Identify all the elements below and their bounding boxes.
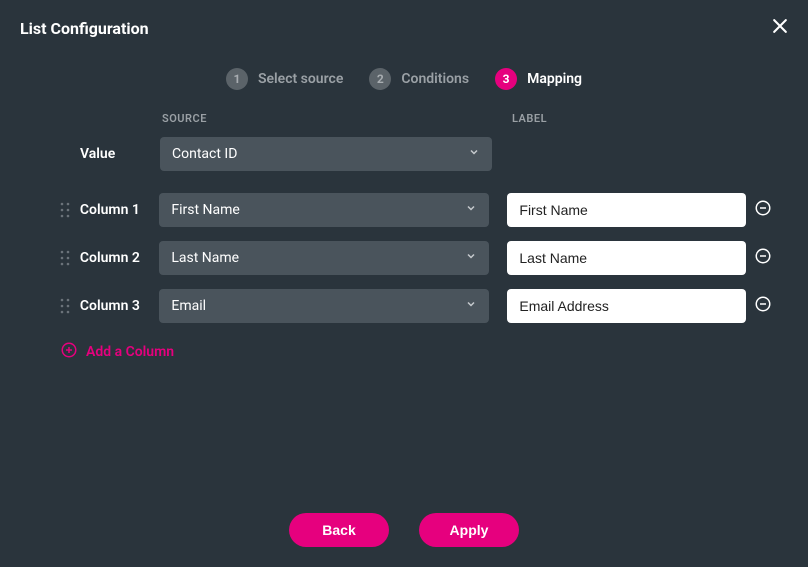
column-row: Column 3 Email (60, 289, 772, 323)
step-conditions[interactable]: 2 Conditions (369, 68, 469, 90)
remove-column-button[interactable] (754, 247, 772, 269)
close-button[interactable] (770, 16, 790, 40)
select-value: Email (171, 298, 206, 314)
list-config-modal: List Configuration 1 Select source 2 Con… (0, 0, 808, 567)
plus-circle-icon (60, 341, 78, 363)
step-mapping[interactable]: 3 Mapping (495, 68, 582, 90)
column-row: Column 2 Last Name (60, 241, 772, 275)
minus-circle-icon (754, 247, 772, 269)
step-number: 1 (226, 68, 248, 90)
column-label: Column 1 (80, 202, 159, 218)
step-select-source[interactable]: 1 Select source (226, 68, 343, 90)
drag-handle-icon[interactable] (60, 298, 80, 314)
step-label: Conditions (401, 71, 469, 87)
chevron-down-icon (468, 146, 480, 162)
column-label: Column 3 (80, 298, 159, 314)
mapping-content: SOURCE LABEL Value Contact ID Column 1 F… (0, 112, 808, 495)
select-value: First Name (171, 202, 239, 218)
chevron-down-icon (465, 202, 477, 218)
drag-handle-icon[interactable] (60, 202, 80, 218)
add-column-label: Add a Column (86, 344, 174, 360)
select-value: Contact ID (172, 146, 237, 162)
column-label-input[interactable] (507, 289, 746, 323)
close-icon (770, 16, 790, 40)
value-row: Value Contact ID (60, 137, 772, 171)
remove-column-button[interactable] (754, 295, 772, 317)
label-header: LABEL (492, 112, 547, 125)
back-button[interactable]: Back (289, 513, 389, 547)
step-label: Select source (258, 71, 343, 87)
column-label: Column 2 (80, 250, 159, 266)
modal-header: List Configuration (0, 0, 808, 56)
step-number: 3 (495, 68, 517, 90)
column-headers: SOURCE LABEL (60, 112, 772, 125)
drag-handle-icon[interactable] (60, 250, 80, 266)
minus-circle-icon (754, 295, 772, 317)
select-value: Last Name (171, 250, 239, 266)
column-source-select[interactable]: First Name (159, 193, 489, 227)
remove-column-button[interactable] (754, 199, 772, 221)
modal-footer: Back Apply (0, 495, 808, 567)
step-number: 2 (369, 68, 391, 90)
step-label: Mapping (527, 71, 582, 87)
wizard-stepper: 1 Select source 2 Conditions 3 Mapping (0, 56, 808, 112)
source-header: SOURCE (160, 112, 492, 125)
chevron-down-icon (465, 298, 477, 314)
column-row: Column 1 First Name (60, 193, 772, 227)
column-source-select[interactable]: Last Name (159, 241, 489, 275)
column-label-input[interactable] (507, 241, 746, 275)
minus-circle-icon (754, 199, 772, 221)
apply-button[interactable]: Apply (419, 513, 519, 547)
add-column-button[interactable]: Add a Column (60, 341, 174, 363)
column-source-select[interactable]: Email (159, 289, 489, 323)
chevron-down-icon (465, 250, 477, 266)
modal-title: List Configuration (20, 19, 149, 38)
value-label: Value (80, 146, 160, 162)
column-label-input[interactable] (507, 193, 746, 227)
value-source-select[interactable]: Contact ID (160, 137, 492, 171)
